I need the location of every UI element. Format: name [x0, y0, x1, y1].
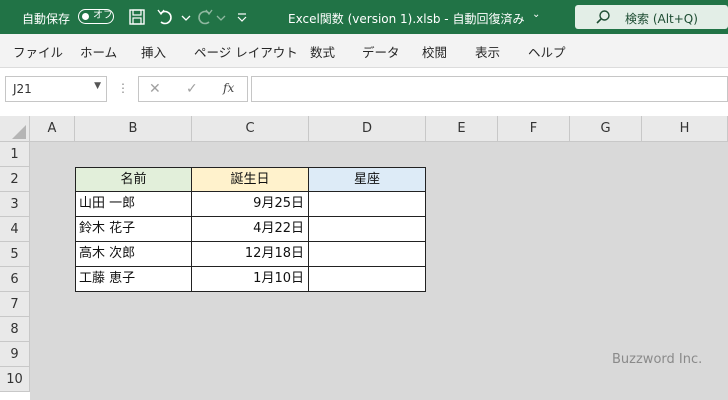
tab-page-layout[interactable]: ページ レイアウト: [194, 42, 298, 61]
row-header-1[interactable]: 1: [0, 142, 30, 167]
name-cell[interactable]: 高木 次郎: [75, 241, 192, 267]
search-box[interactable]: 検索 (Alt+Q): [575, 5, 728, 29]
header-cell-name[interactable]: 名前: [75, 167, 192, 192]
row-header-10[interactable]: 10: [0, 367, 30, 392]
birthday-cell[interactable]: 9月25日: [191, 191, 309, 217]
redo-icon[interactable]: [195, 7, 215, 27]
watermark: Buzzword Inc.: [612, 352, 703, 367]
header-cell-sign[interactable]: 星座: [308, 167, 426, 192]
formula-bar-area: J21 ▼ ⋮ ✕ ✓ fx: [0, 68, 728, 116]
tab-review[interactable]: 校閲: [422, 42, 447, 61]
tab-home[interactable]: ホーム: [80, 42, 117, 61]
sign-cell[interactable]: [308, 241, 426, 267]
row-header-6[interactable]: 6: [0, 267, 30, 292]
formula-buttons: ✕ ✓ fx: [138, 76, 248, 102]
birthday-cell[interactable]: 4月22日: [191, 216, 309, 242]
title-bar: 自動保存 オフ Excel関数 (version 1).xlsb - 自動回復済…: [0, 0, 728, 34]
column-header-b[interactable]: B: [75, 116, 192, 142]
redo-dropdown-icon[interactable]: [213, 7, 233, 27]
toggle-text: オフ: [93, 10, 113, 21]
splitter-dots-icon[interactable]: ⋮: [117, 81, 129, 95]
name-box[interactable]: J21 ▼: [5, 76, 107, 102]
row-header-4[interactable]: 4: [0, 217, 30, 242]
column-header-h[interactable]: H: [642, 116, 728, 142]
sign-cell[interactable]: [308, 266, 426, 292]
column-header-c[interactable]: C: [192, 116, 309, 142]
search-icon: [596, 10, 610, 24]
formula-input[interactable]: [251, 76, 728, 102]
name-cell[interactable]: 工藤 恵子: [75, 266, 192, 292]
column-header-g[interactable]: G: [570, 116, 642, 142]
document-title: Excel関数 (version 1).xlsb - 自動回復済み: [288, 12, 525, 26]
row-header-5[interactable]: 5: [0, 242, 30, 267]
tab-insert[interactable]: 挿入: [141, 42, 166, 61]
autosave-toggle[interactable]: オフ: [78, 9, 114, 24]
name-cell[interactable]: 山田 一郎: [75, 191, 192, 217]
search-label: 検索 (Alt+Q): [625, 12, 698, 26]
column-header-e[interactable]: E: [426, 116, 498, 142]
sign-cell[interactable]: [308, 216, 426, 242]
undo-icon[interactable]: [155, 7, 175, 27]
column-header-f[interactable]: F: [498, 116, 570, 142]
select-all-triangle-icon: [12, 125, 26, 139]
birthday-cell[interactable]: 1月10日: [191, 266, 309, 292]
row-header-8[interactable]: 8: [0, 317, 30, 342]
column-header-d[interactable]: D: [309, 116, 426, 142]
name-cell[interactable]: 鈴木 花子: [75, 216, 192, 242]
autosave-label: 自動保存: [22, 12, 71, 26]
tab-view[interactable]: 表示: [475, 42, 500, 61]
row-header-7[interactable]: 7: [0, 292, 30, 317]
name-box-dropdown-icon[interactable]: ▼: [94, 81, 101, 91]
enter-icon[interactable]: ✓: [186, 81, 198, 97]
tab-data[interactable]: データ: [362, 42, 400, 61]
save-icon[interactable]: [127, 7, 147, 27]
title-dropdown-icon[interactable]: ⌄: [532, 9, 540, 20]
row-header-3[interactable]: 3: [0, 192, 30, 217]
name-box-value: J21: [13, 82, 32, 96]
row-header-9[interactable]: 9: [0, 342, 30, 367]
sign-cell[interactable]: [308, 191, 426, 217]
tab-file[interactable]: ファイル: [13, 42, 63, 61]
insert-function-button[interactable]: fx: [223, 81, 234, 95]
ribbon-tabs: ファイル ホーム 挿入 ページ レイアウト 数式 データ 校閲 表示 ヘルプ: [0, 34, 728, 68]
tab-help[interactable]: ヘルプ: [528, 42, 566, 61]
select-all-corner[interactable]: [0, 116, 30, 142]
header-cell-birthday[interactable]: 誕生日: [191, 167, 309, 192]
toggle-knob: [82, 12, 89, 20]
column-header-a[interactable]: A: [30, 116, 75, 142]
customize-toolbar-icon[interactable]: [234, 7, 254, 27]
cancel-icon[interactable]: ✕: [149, 81, 161, 97]
tab-formulas[interactable]: 数式: [310, 42, 335, 61]
row-header-2[interactable]: 2: [0, 167, 30, 192]
birthday-cell[interactable]: 12月18日: [191, 241, 309, 267]
